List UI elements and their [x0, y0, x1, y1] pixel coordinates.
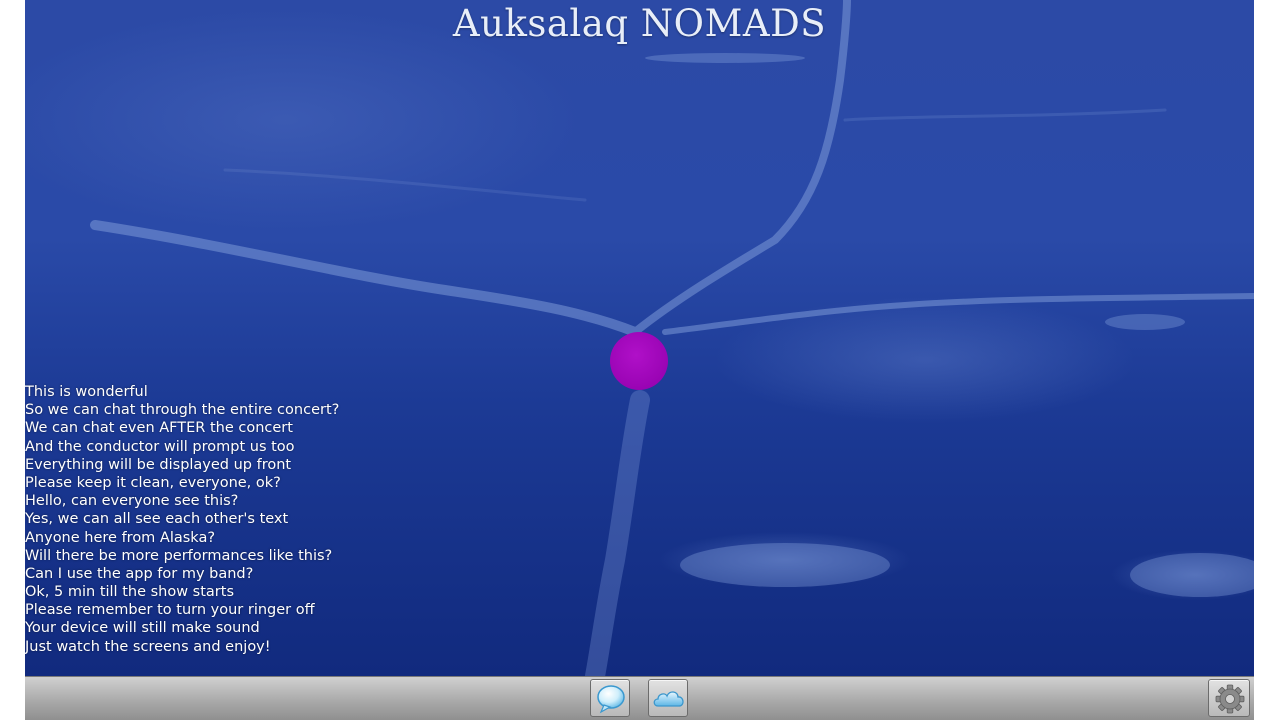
chat-log: This is wonderful So we can chat through… — [25, 383, 339, 656]
cloud-icon — [653, 691, 684, 707]
settings-button[interactable] — [1208, 679, 1250, 717]
chat-message: Yes, we can all see each other's text — [25, 511, 289, 528]
chat-message: And the conductor will prompt us too — [25, 438, 295, 455]
app-title: Auksalaq NOMADS — [452, 2, 827, 45]
touch-point-dot[interactable] — [610, 332, 668, 390]
chat-message: Can I use the app for my band? — [25, 565, 254, 582]
chat-message: Just watch the screens and enjoy! — [25, 638, 271, 655]
chat-button[interactable] — [590, 679, 630, 717]
chat-message: This is wonderful — [25, 384, 148, 400]
chat-message: So we can chat through the entire concer… — [25, 402, 340, 419]
chat-message: We can chat even AFTER the concert — [25, 420, 293, 437]
chat-message: Ok, 5 min till the show starts — [25, 584, 235, 601]
cloud-button[interactable] — [648, 679, 688, 717]
speech-bubble-icon — [597, 685, 625, 714]
chat-message: Please keep it clean, everyone, ok? — [25, 474, 281, 491]
chat-message: Will there be more performances like thi… — [25, 547, 333, 564]
chat-message: Your device will still make sound — [25, 620, 260, 637]
gear-icon — [1215, 684, 1245, 714]
bottom-toolbar — [25, 676, 1254, 720]
chat-message: Anyone here from Alaska? — [25, 529, 216, 546]
chat-message: Please remember to turn your ringer off — [25, 602, 315, 619]
app-window: Auksalaq NOMADS This is wonderful So we … — [25, 0, 1254, 720]
chat-message: Hello, can everyone see this? — [25, 493, 239, 510]
chat-message: Everything will be displayed up front — [25, 456, 292, 473]
